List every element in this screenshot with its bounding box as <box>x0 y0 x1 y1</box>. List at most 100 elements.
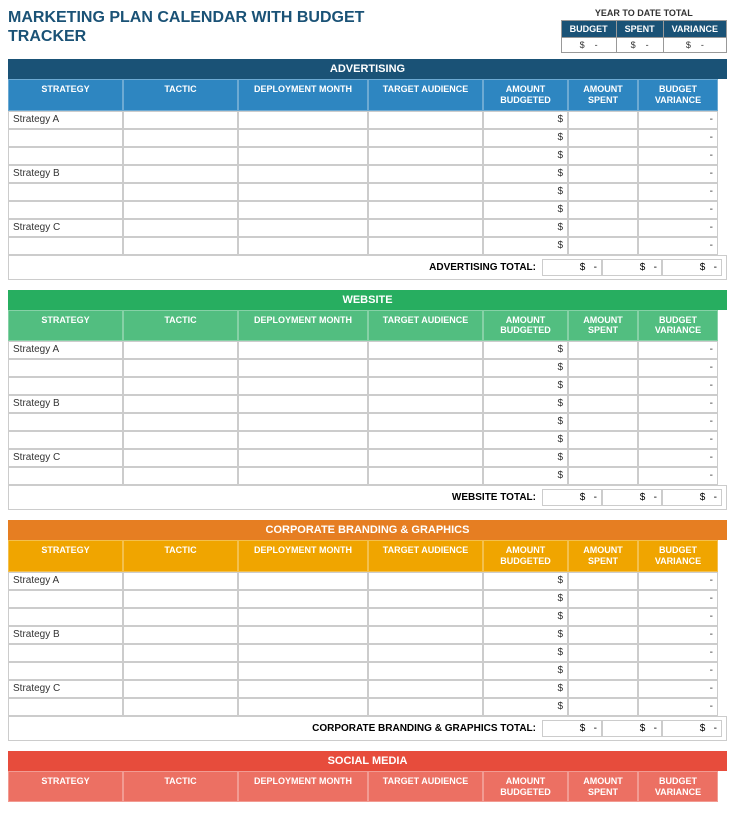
advertising-section: ADVERTISING STRATEGY TACTIC DEPLOYMENT M… <box>8 59 727 280</box>
adv-c-spent-2[interactable] <box>568 237 638 255</box>
adv-b-variance-1[interactable]: - <box>638 165 718 183</box>
corp-col-budgeted: AMOUNT BUDGETED <box>483 540 568 572</box>
adv-a-variance-2[interactable]: - <box>638 129 718 147</box>
adv-a-budgeted-1[interactable]: $ <box>483 111 568 129</box>
adv-b-spent-3[interactable] <box>568 201 638 219</box>
adv-c-audience-2[interactable] <box>368 237 483 255</box>
table-row: $ - <box>8 431 727 449</box>
ytd-label: YEAR TO DATE TOTAL <box>595 8 693 18</box>
adv-b-variance-3[interactable]: - <box>638 201 718 219</box>
adv-a-budgeted-3[interactable]: $ <box>483 147 568 165</box>
adv-strategy-b[interactable]: Strategy B <box>8 165 123 183</box>
corp-col-strategy: STRATEGY <box>8 540 123 572</box>
corp-col-audience: TARGET AUDIENCE <box>368 540 483 572</box>
adv-c-variance-2[interactable]: - <box>638 237 718 255</box>
adv-b-budgeted-3[interactable]: $ <box>483 201 568 219</box>
adv-a-audience-3[interactable] <box>368 147 483 165</box>
adv-a-audience-2[interactable] <box>368 129 483 147</box>
adv-c-budgeted-2[interactable]: $ <box>483 237 568 255</box>
web-a-audience-1[interactable] <box>368 341 483 359</box>
web-strategy-a[interactable]: Strategy A <box>8 341 123 359</box>
web-a-variance-1[interactable]: - <box>638 341 718 359</box>
adv-a-strategy-2[interactable] <box>8 129 123 147</box>
adv-c-variance-1[interactable]: - <box>638 219 718 237</box>
web-strategy-c[interactable]: Strategy C <box>8 449 123 467</box>
adv-a-deploy-2[interactable] <box>238 129 368 147</box>
adv-b-spent-2[interactable] <box>568 183 638 201</box>
adv-b-deploy-1[interactable] <box>238 165 368 183</box>
adv-b-audience-3[interactable] <box>368 201 483 219</box>
adv-strategy-a[interactable]: Strategy A <box>8 111 123 129</box>
adv-b-deploy-3[interactable] <box>238 201 368 219</box>
adv-b-tactic-1[interactable] <box>123 165 238 183</box>
adv-a-spent-1[interactable] <box>568 111 638 129</box>
adv-a-variance-3[interactable]: - <box>638 147 718 165</box>
adv-b-strategy-2[interactable] <box>8 183 123 201</box>
adv-b-tactic-2[interactable] <box>123 183 238 201</box>
corp-strategy-a[interactable]: Strategy A <box>8 572 123 590</box>
adv-a-variance-1[interactable]: - <box>638 111 718 129</box>
web-col-strategy: STRATEGY <box>8 310 123 342</box>
adv-strategy-c[interactable]: Strategy C <box>8 219 123 237</box>
table-row: Strategy A $ - <box>8 111 727 129</box>
adv-a-audience-1[interactable] <box>368 111 483 129</box>
adv-c-deploy-2[interactable] <box>238 237 368 255</box>
adv-b-strategy-3[interactable] <box>8 201 123 219</box>
web-a-budgeted-1[interactable]: $ <box>483 341 568 359</box>
web-a-spent-1[interactable] <box>568 341 638 359</box>
adv-a-spent-2[interactable] <box>568 129 638 147</box>
web-a-tactic-1[interactable] <box>123 341 238 359</box>
adv-a-strategy-3[interactable] <box>8 147 123 165</box>
adv-c-audience-1[interactable] <box>368 219 483 237</box>
table-row: Strategy B $ - <box>8 395 727 413</box>
table-row: Strategy C $ - <box>8 449 727 467</box>
adv-col-budgeted: AMOUNT BUDGETED <box>483 79 568 111</box>
adv-b-audience-1[interactable] <box>368 165 483 183</box>
social-header: SOCIAL MEDIA <box>8 751 727 771</box>
ytd-variance-value: $ - <box>663 38 726 53</box>
adv-a-deploy-3[interactable] <box>238 147 368 165</box>
adv-b-variance-2[interactable]: - <box>638 183 718 201</box>
website-section: WEBSITE STRATEGY TACTIC DEPLOYMENT MONTH… <box>8 290 727 511</box>
adv-c-strategy-2[interactable] <box>8 237 123 255</box>
adv-a-tactic-1[interactable] <box>123 111 238 129</box>
corp-strategy-c[interactable]: Strategy C <box>8 680 123 698</box>
adv-c-tactic-1[interactable] <box>123 219 238 237</box>
adv-a-budgeted-2[interactable]: $ <box>483 129 568 147</box>
adv-c-deploy-1[interactable] <box>238 219 368 237</box>
web-strategy-b[interactable]: Strategy B <box>8 395 123 413</box>
ytd-budget-value: $ - <box>561 38 616 53</box>
adv-col-deployment: DEPLOYMENT MONTH <box>238 79 368 111</box>
adv-c-tactic-2[interactable] <box>123 237 238 255</box>
web-col-variance: BUDGET VARIANCE <box>638 310 718 342</box>
adv-b-budgeted-1[interactable]: $ <box>483 165 568 183</box>
web-total-variance: $ - <box>662 489 722 506</box>
web-col-audience: TARGET AUDIENCE <box>368 310 483 342</box>
adv-b-budgeted-2[interactable]: $ <box>483 183 568 201</box>
website-total-label: WEBSITE TOTAL: <box>452 492 536 503</box>
adv-a-spent-3[interactable] <box>568 147 638 165</box>
ytd-table: BUDGET SPENT VARIANCE $ - $ - $ - <box>561 20 727 53</box>
adv-b-spent-1[interactable] <box>568 165 638 183</box>
corp-strategy-b[interactable]: Strategy B <box>8 626 123 644</box>
adv-a-tactic-2[interactable] <box>123 129 238 147</box>
web-a-deploy-1[interactable] <box>238 341 368 359</box>
table-row: Strategy A $ - <box>8 341 727 359</box>
corp-col-variance: BUDGET VARIANCE <box>638 540 718 572</box>
adv-b-deploy-2[interactable] <box>238 183 368 201</box>
adv-c-budgeted-1[interactable]: $ <box>483 219 568 237</box>
adv-a-tactic-3[interactable] <box>123 147 238 165</box>
table-row: $ - <box>8 201 727 219</box>
adv-col-tactic: TACTIC <box>123 79 238 111</box>
adv-b-audience-2[interactable] <box>368 183 483 201</box>
adv-c-spent-1[interactable] <box>568 219 638 237</box>
ytd-spent-header: SPENT <box>616 21 663 38</box>
web-total-spent: $ - <box>602 489 662 506</box>
corporate-header: CORPORATE BRANDING & GRAPHICS <box>8 520 727 540</box>
table-row: $ - <box>8 377 727 395</box>
website-col-headers: STRATEGY TACTIC DEPLOYMENT MONTH TARGET … <box>8 310 727 342</box>
adv-b-tactic-3[interactable] <box>123 201 238 219</box>
adv-a-deploy-1[interactable] <box>238 111 368 129</box>
social-col-budgeted: AMOUNT BUDGETED <box>483 771 568 803</box>
social-col-variance: BUDGET VARIANCE <box>638 771 718 803</box>
